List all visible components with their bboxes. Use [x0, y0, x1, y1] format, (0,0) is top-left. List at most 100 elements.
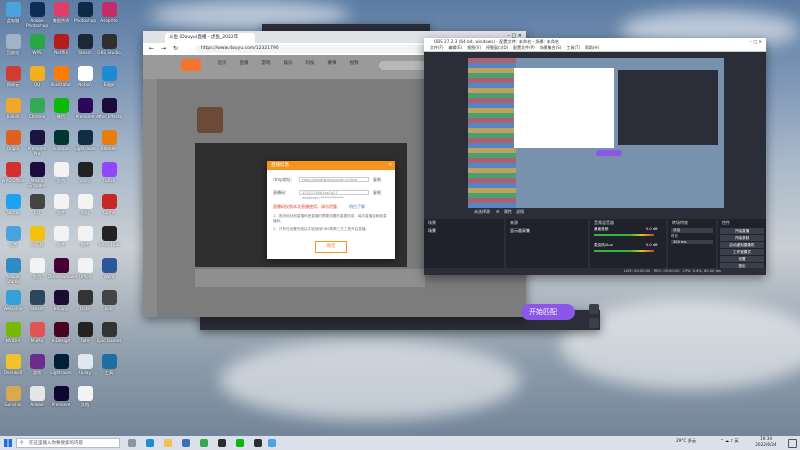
taskbar-search[interactable]: ⚲ 在这里输入你要搜索的内容: [16, 438, 120, 448]
obs-control-button[interactable]: 开始录制: [720, 235, 764, 241]
desktop-icon[interactable]: Visual Studio: [0, 258, 26, 284]
desktop-icon[interactable]: Netflix: [48, 34, 74, 55]
desktop-icon[interactable]: Genshin: [0, 386, 26, 407]
desktop-icon[interactable]: Lightroom: [48, 354, 74, 375]
obs-icon[interactable]: [254, 439, 262, 447]
desktop-icon[interactable]: Edge: [96, 66, 122, 87]
desktop-icon[interactable]: Chrome: [24, 98, 50, 119]
rtmp-field[interactable]: rtmp://sendfw.douyucdn.cn/live: [299, 177, 369, 182]
desktop-icon[interactable]: Premiere Pro: [24, 130, 50, 156]
desktop-icon[interactable]: Word: [96, 258, 122, 279]
site-nav-item[interactable]: 娱乐: [279, 60, 297, 66]
desktop-icon[interactable]: 微信: [48, 98, 74, 119]
obs-menu-item[interactable]: 工具(T): [566, 45, 580, 50]
tray-icons[interactable]: ⌃ ☁ ♪ 英: [720, 438, 739, 444]
desktop-icon[interactable]: Notion: [72, 66, 98, 87]
desktop-icon[interactable]: Epic Games: [96, 322, 122, 343]
desktop-icon[interactable]: WeGame: [0, 290, 26, 311]
site-nav-item[interactable]: 科技: [301, 60, 319, 66]
desktop-icon[interactable]: Steam: [24, 290, 50, 311]
desktop-icon[interactable]: WPS: [24, 34, 50, 55]
desktop-icon[interactable]: Media Encoder: [24, 162, 50, 188]
desktop-icon[interactable]: Uplay: [72, 354, 98, 375]
desktop-icon[interactable]: 美图秀秀: [48, 2, 74, 23]
desktop-icon[interactable]: 文件: [48, 194, 74, 215]
desktop-icon[interactable]: Photoshop: [72, 2, 98, 23]
site-nav-item[interactable]: 游戏: [257, 60, 275, 66]
desktop-icon[interactable]: 资料: [72, 194, 98, 215]
desktop-icon[interactable]: Overwolf: [0, 354, 26, 375]
warning-link[interactable]: 明白了解: [349, 204, 365, 210]
source-item[interactable]: 显示器采集: [506, 227, 588, 235]
desktop-icon[interactable]: After Effects: [96, 98, 122, 119]
obs-preview[interactable]: [468, 58, 724, 208]
desktop-icon[interactable]: 启动器: [24, 226, 50, 247]
floating-icon[interactable]: [589, 304, 599, 314]
obs-menu-item[interactable]: 视图(V): [467, 45, 481, 50]
desktop-icon[interactable]: 图片: [72, 226, 98, 247]
site-nav-item[interactable]: 视频: [345, 60, 363, 66]
clock[interactable]: 19:34 2022/6/24: [748, 436, 784, 448]
edge-icon[interactable]: [146, 439, 154, 447]
app-icon[interactable]: [218, 439, 226, 447]
windows-start-icon[interactable]: [4, 439, 12, 447]
desktop-icon[interactable]: Origin: [0, 130, 26, 151]
obs-menu-item[interactable]: 场景集合(S): [540, 45, 562, 50]
desktop-icon[interactable]: Epic: [96, 290, 122, 311]
desktop-icon[interactable]: Twitch: [96, 162, 122, 183]
properties-label[interactable]: 属性: [504, 209, 512, 217]
obs-control-button[interactable]: 设置: [720, 256, 764, 262]
close-icon[interactable]: ✕: [388, 161, 392, 170]
site-nav-item[interactable]: 赛事: [323, 60, 341, 66]
desktop-icon[interactable]: 网易云: [0, 66, 26, 87]
desktop-icon[interactable]: 此电脑: [0, 2, 26, 23]
desktop-icon[interactable]: Fate: [72, 322, 98, 343]
desktop-icon[interactable]: Unity: [72, 162, 98, 183]
transition-type[interactable]: 淡出: [671, 228, 713, 233]
copy-stream-key-button[interactable]: 复制: [373, 190, 381, 196]
desktop-icon[interactable]: 文档: [24, 258, 50, 279]
obs-menu-item[interactable]: 停靠窗口(D): [486, 45, 508, 50]
desktop-icon[interactable]: Blender: [96, 130, 122, 151]
task-view-icon[interactable]: [128, 439, 136, 447]
wechat-icon[interactable]: [236, 439, 244, 447]
obs-menu-item[interactable]: 文件(F): [430, 45, 443, 50]
window-controls[interactable]: – □ ✕: [750, 38, 762, 45]
desktop-icon[interactable]: Dreamweaver: [48, 258, 77, 279]
desktop-icon[interactable]: 回收站: [0, 34, 26, 55]
desktop-icon[interactable]: Illustrator: [48, 66, 74, 87]
desktop-icon[interactable]: 工具: [96, 354, 122, 375]
desktop-icon[interactable]: NVIDIA: [0, 322, 26, 343]
desktop-icon[interactable]: Dota: [72, 290, 98, 311]
desktop-icon[interactable]: 文件: [48, 226, 74, 247]
stream-key-field[interactable]: 12321790rl1ee7a1?wsSecret=*************: [299, 190, 369, 200]
obs-menu-item[interactable]: 配置文件(P): [513, 45, 535, 50]
desktop-icon[interactable]: Unity Hub: [96, 226, 122, 247]
desktop-icon[interactable]: CD: [24, 194, 50, 215]
desktop-icon[interactable]: OBS Studio: [96, 34, 122, 55]
duration-field[interactable]: 300 ms: [671, 240, 713, 244]
gear-icon[interactable]: ⚙: [496, 209, 500, 217]
start-match-button[interactable]: 开始匹配: [521, 304, 575, 320]
forward-icon[interactable]: →: [161, 45, 166, 52]
store-icon[interactable]: [182, 439, 190, 447]
desktop-icon[interactable]: Aseprite: [96, 2, 122, 23]
reload-icon[interactable]: ↻: [173, 45, 178, 52]
desktop-icon[interactable]: Steam: [72, 34, 98, 55]
desktop-icon[interactable]: MuMu: [24, 322, 50, 343]
site-logo[interactable]: [181, 59, 201, 71]
copy-rtmp-button[interactable]: 复制: [373, 177, 381, 183]
desktop-icon[interactable]: Adobe Photoshop: [24, 2, 50, 28]
scene-item[interactable]: 场景: [424, 227, 504, 235]
desktop-icon[interactable]: InCopy: [48, 290, 74, 311]
obs-control-button[interactable]: 开始直播: [720, 228, 764, 234]
desktop-icon[interactable]: 设置: [0, 226, 26, 247]
desktop-icon[interactable]: Premiere: [48, 386, 74, 407]
chrome-icon[interactable]: [200, 439, 208, 447]
filters-label[interactable]: 滤镜: [516, 209, 524, 217]
site-nav-item[interactable]: 首页: [213, 60, 231, 66]
desktop-icon[interactable]: WPS Office: [0, 162, 26, 183]
obs-control-button[interactable]: 工作室模式: [720, 249, 764, 255]
weather[interactable]: 29°C 多云: [676, 438, 696, 444]
browser-tab[interactable]: 斗鱼 (Douyu)直播 - 虎鱼_2022年: [165, 33, 255, 43]
